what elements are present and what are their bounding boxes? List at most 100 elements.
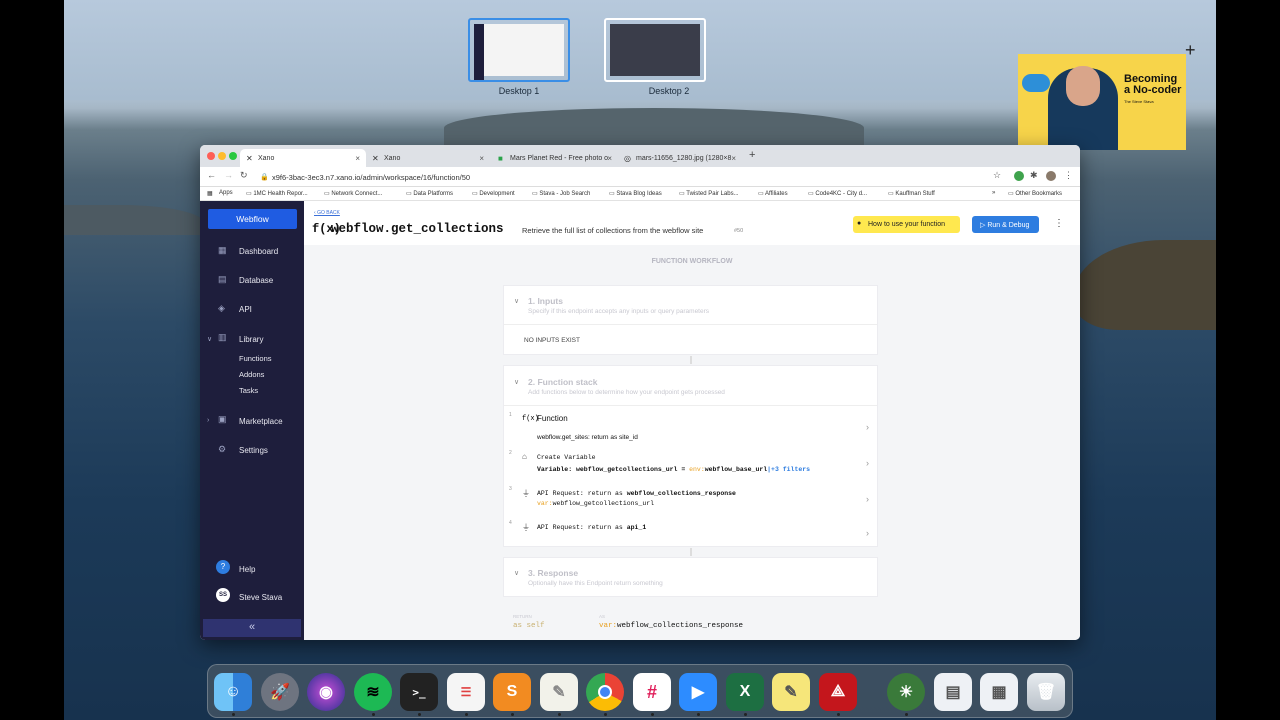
- sidebar-item-functions[interactable]: Functions: [239, 354, 272, 363]
- go-back-link[interactable]: ‹ GO BACK: [314, 210, 340, 216]
- bookmark-star-icon[interactable]: ☆: [993, 170, 1001, 181]
- bookmark-twisted-pair[interactable]: ▭ Twisted Pair Labs...: [679, 190, 739, 197]
- sidebar-item-help[interactable]: Help: [239, 565, 255, 574]
- run-debug-button[interactable]: ▷ Run & Debug: [972, 216, 1039, 233]
- sidebar-item-dashboard[interactable]: Dashboard: [239, 247, 278, 256]
- bookmark-development[interactable]: ▭ Development: [472, 190, 515, 197]
- avatar: SS: [216, 588, 230, 602]
- gear-icon: ⚙: [218, 444, 227, 454]
- chevron-right-icon[interactable]: ›: [207, 417, 209, 424]
- sidebar-item-api[interactable]: API: [239, 305, 252, 314]
- chevron-right-icon: ›: [866, 494, 869, 504]
- workspace-button[interactable]: Webflow: [208, 209, 297, 229]
- stack-step[interactable]: 4 ⏚ API Request: return as api_1 ›: [504, 518, 877, 546]
- close-window-button[interactable]: [207, 152, 215, 160]
- bookmark-other[interactable]: ▭ Other Bookmarks: [1008, 190, 1062, 197]
- step-name: API Request: return as api_1: [537, 524, 647, 531]
- back-icon[interactable]: ←: [207, 170, 216, 180]
- stack-step[interactable]: 2 ⌂ Create Variable Variable: webflow_ge…: [504, 448, 877, 482]
- zoom-window-button[interactable]: [229, 152, 237, 160]
- reminders-icon[interactable]: ☰: [447, 673, 485, 711]
- document-icon[interactable]: ▦: [980, 673, 1018, 711]
- step-name: Function: [537, 414, 568, 423]
- forward-icon[interactable]: →: [224, 170, 233, 180]
- tab-close-icon[interactable]: ×: [731, 154, 736, 163]
- bookmark-data-platforms[interactable]: ▭ Data Platforms: [406, 190, 453, 197]
- dock: ☺ 🚀 ◉ ≋ >_ ☰ S ✎ # ▶ X ✎ ⟁ ☀ ▤ ▦ 🗑: [207, 664, 1073, 718]
- profile-avatar[interactable]: [1046, 171, 1056, 181]
- stickies-icon[interactable]: ✎: [772, 673, 810, 711]
- bookmark-1mc[interactable]: ▭ 1MC Health Repor...: [246, 190, 308, 197]
- collapse-sidebar-button[interactable]: «: [203, 619, 301, 637]
- stack-step[interactable]: 1 f(x) Function webflow.get_sites: retur…: [504, 408, 877, 446]
- as-label: AS: [599, 614, 606, 619]
- chevron-down-icon[interactable]: ∨: [514, 378, 519, 386]
- tab-xano-active[interactable]: ✕ Xano ×: [240, 149, 366, 167]
- trash-icon[interactable]: 🗑: [1027, 673, 1065, 711]
- sidebar-item-library[interactable]: Library: [239, 335, 263, 344]
- extension-icon[interactable]: [1014, 171, 1024, 181]
- app-icon[interactable]: ☀: [887, 673, 925, 711]
- bookmark-code4kc[interactable]: ▭ Code4KC - City d...: [808, 190, 867, 197]
- inputs-description: Specify if this endpoint accepts any inp…: [528, 308, 710, 315]
- plug-icon: ⏚: [522, 523, 530, 532]
- chevron-down-icon[interactable]: ∨: [514, 569, 519, 577]
- more-menu-icon[interactable]: ⋮: [1054, 218, 1064, 229]
- puzzle-icon[interactable]: ✱: [1030, 170, 1038, 181]
- sidebar-item-settings[interactable]: Settings: [239, 446, 268, 455]
- bookmarks-overflow[interactable]: »: [992, 190, 995, 196]
- bookmark-affiliates[interactable]: ▭ Affiliates: [758, 190, 788, 197]
- tab-close-icon[interactable]: ×: [355, 154, 360, 163]
- acrobat-icon[interactable]: ⟁: [819, 673, 857, 711]
- add-desktop-icon[interactable]: +: [1185, 40, 1196, 61]
- desktop-1-thumbnail[interactable]: [468, 18, 570, 82]
- tab-mars-photo[interactable]: ■ Mars Planet Red - Free photo o ×: [492, 149, 618, 167]
- database-icon: ▤: [218, 274, 227, 284]
- terminal-icon[interactable]: >_: [400, 673, 438, 711]
- tab-close-icon[interactable]: ×: [479, 154, 484, 163]
- user-name[interactable]: Steve Stava: [239, 593, 282, 602]
- chrome-icon[interactable]: [586, 673, 624, 711]
- zoom-icon[interactable]: ▶: [679, 673, 717, 711]
- response-card: ∨ 3. Response Optionally have this Endpo…: [503, 557, 878, 597]
- tab-close-icon[interactable]: ×: [607, 154, 612, 163]
- sidebar-item-addons[interactable]: Addons: [239, 370, 264, 379]
- connector-line: [690, 548, 692, 556]
- chevron-down-icon[interactable]: ∨: [514, 297, 519, 305]
- marketplace-icon: ▣: [218, 414, 227, 424]
- minimize-window-button[interactable]: [218, 152, 226, 160]
- tab-xano[interactable]: ✕ Xano ×: [366, 149, 490, 167]
- textedit-icon[interactable]: ✎: [540, 673, 578, 711]
- siri-icon[interactable]: ◉: [307, 673, 345, 711]
- reload-icon[interactable]: ↻: [240, 170, 248, 181]
- desktop-2-thumbnail[interactable]: [604, 18, 706, 82]
- tag-icon: ⌂: [522, 452, 527, 461]
- shore: [64, 205, 204, 235]
- bookmark-kauffman[interactable]: ▭ Kauffman Stuff: [888, 190, 935, 197]
- bookmark-job-search[interactable]: ▭ Stava - Job Search: [532, 190, 590, 197]
- sidebar-item-database[interactable]: Database: [239, 276, 273, 285]
- apps-grid-icon: ▦: [207, 191, 213, 197]
- sidebar-item-tasks[interactable]: Tasks: [239, 386, 258, 395]
- layers-icon: ◈: [218, 303, 225, 313]
- bookmark-network[interactable]: ▭ Network Connect...: [324, 190, 382, 197]
- document-icon[interactable]: ▤: [934, 673, 972, 711]
- bookmark-apps[interactable]: Apps: [219, 190, 233, 196]
- sidebar-item-marketplace[interactable]: Marketplace: [239, 417, 283, 426]
- xano-favicon-icon: ✕: [372, 154, 379, 163]
- spotify-icon[interactable]: ≋: [354, 673, 392, 711]
- chevron-down-icon[interactable]: ∨: [207, 335, 212, 343]
- sublime-text-icon[interactable]: S: [493, 673, 531, 711]
- cliff: [1074, 240, 1216, 330]
- bookmark-blog-ideas[interactable]: ▭ Stava Blog Ideas: [609, 190, 662, 197]
- slack-icon[interactable]: #: [633, 673, 671, 711]
- how-to-button[interactable]: ● How to use your function: [853, 216, 960, 233]
- chrome-menu-icon[interactable]: ⋮: [1064, 170, 1073, 181]
- excel-icon[interactable]: X: [726, 673, 764, 711]
- new-tab-button[interactable]: +: [749, 149, 755, 161]
- launchpad-icon[interactable]: 🚀: [261, 673, 299, 711]
- stack-step[interactable]: 3 ⏚ API Request: return as webflow_colle…: [504, 484, 877, 516]
- finder-icon[interactable]: ☺: [214, 673, 252, 711]
- tab-mars-jpg[interactable]: ◎ mars-11656_1280.jpg (1280×8 ×: [618, 149, 742, 167]
- url-field[interactable]: 🔒 x9f6-3bac-3ec3.n7.xano.io/admin/workspa…: [258, 170, 978, 184]
